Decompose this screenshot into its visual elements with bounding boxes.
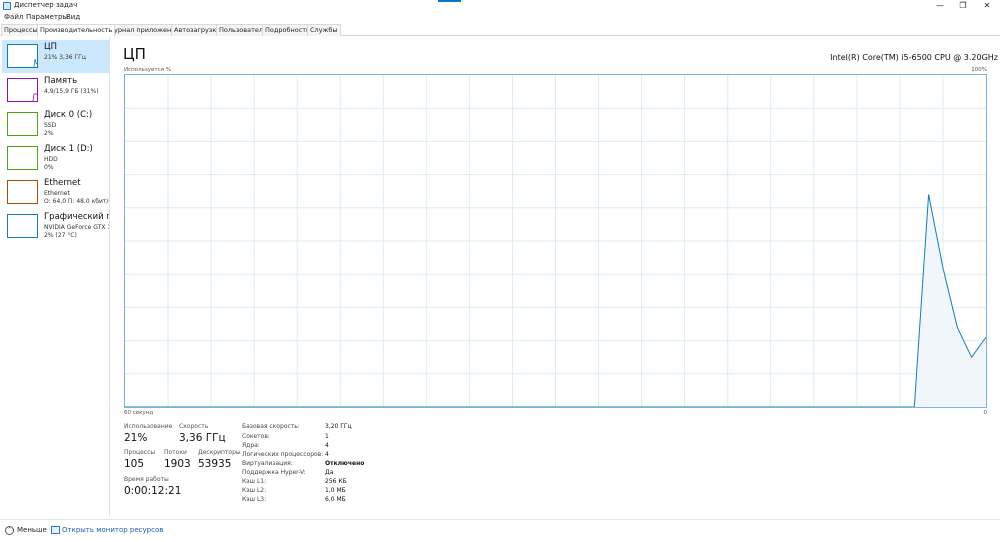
tab-performance[interactable]: Производительность: [37, 24, 116, 37]
uptime-value: 0:00:12:21: [124, 485, 182, 497]
sidebar-item-disk1[interactable]: Диск 1 (D:) HDD 0%: [2, 142, 109, 175]
prop-base-speed-value: 3,20 ГГц: [325, 423, 352, 430]
graph-y-label: Используется %: [124, 67, 171, 73]
disk0-thumbnail: [7, 112, 38, 136]
sidebar-item-name: Диск 1 (D:): [44, 144, 93, 154]
menu-options[interactable]: Параметры: [26, 13, 68, 21]
tab-bar: Процессы Производительность Журнал прило…: [0, 24, 1000, 37]
sidebar-item-name: Память: [44, 76, 78, 86]
graph-time-label: 60 секунд: [124, 410, 154, 416]
tab-details[interactable]: Подробности: [262, 24, 314, 36]
prop-virtualization-value: Отключено: [325, 460, 365, 467]
sidebar-item-disk0[interactable]: Диск 0 (C:) SSD 2%: [2, 108, 109, 141]
threads-value: 1903: [164, 458, 191, 470]
sidebar-item-name: Ethernet: [44, 178, 81, 188]
usage-caption: Использование: [124, 423, 173, 430]
close-button[interactable]: ✕: [976, 0, 998, 11]
usage-value: 21%: [124, 432, 148, 444]
sidebar-item-gpu[interactable]: Графический про NVIDIA GeForce GTX 166 2…: [2, 210, 109, 243]
prop-sockets-label: Сокетов:: [242, 433, 270, 440]
prop-logical-label: Логических процессоров:: [242, 451, 324, 458]
sidebar-item-name: Графический про: [44, 212, 109, 222]
prop-l3-label: Кэш L3:: [242, 496, 267, 503]
title-bar: Диспетчер задач — ❐ ✕: [0, 0, 1000, 12]
disk1-thumbnail: [7, 146, 38, 170]
prop-sockets-value: 1: [325, 433, 329, 440]
prop-logical-value: 4: [325, 451, 329, 458]
threads-caption: Потоки: [164, 449, 187, 456]
sidebar-item-detail-2: 2% (27 °C): [44, 232, 77, 239]
cpu-detail-panel: ЦП Intel(R) Core(TM) i5-6500 CPU @ 3.20G…: [111, 37, 1000, 517]
sidebar-item-detail: 4,9/15,9 ГБ (31%): [44, 88, 99, 95]
cpu-model-name: Intel(R) Core(TM) i5-6500 CPU @ 3.20GHz: [830, 53, 998, 62]
speed-value: 3,36 ГГц: [179, 432, 226, 444]
graph-time-zero: 0: [983, 410, 988, 416]
window-title: Диспетчер задач: [14, 1, 78, 9]
tab-processes[interactable]: Процессы: [1, 24, 41, 36]
sidebar-item-detail: 21% 3,36 ГГц: [44, 54, 86, 61]
sidebar-item-detail: NVIDIA GeForce GTX 166: [44, 224, 109, 231]
sidebar-item-cpu[interactable]: ЦП 21% 3,36 ГГц: [2, 40, 109, 73]
prop-l2-label: Кэш L2:: [242, 487, 267, 494]
processes-value: 105: [124, 458, 145, 470]
fewer-details-button[interactable]: Меньше: [17, 526, 47, 534]
resource-monitor-icon: [51, 526, 60, 534]
prop-hyperv-label: Поддержка Hyper-V:: [242, 469, 306, 476]
prop-l1-label: Кэш L1:: [242, 478, 267, 485]
title-accent: [438, 0, 461, 2]
handles-value: 53935: [198, 458, 232, 470]
prop-base-speed-label: Базовая скорость:: [242, 423, 300, 430]
prop-hyperv-value: Да: [325, 469, 334, 476]
memory-thumbnail: [7, 78, 38, 102]
sidebar-item-ethernet[interactable]: Ethernet Ethernet О: 64,0 П: 48,0 кбит/с: [2, 176, 109, 209]
chevron-up-icon[interactable]: ˄: [5, 526, 14, 535]
cpu-usage-chart: [125, 75, 986, 407]
prop-l3-value: 6,0 МБ: [325, 496, 346, 503]
sidebar-item-detail: SSD: [44, 122, 57, 129]
gpu-thumbnail: [7, 214, 38, 238]
ethernet-thumbnail: [7, 180, 38, 204]
resource-sidebar: ЦП 21% 3,36 ГГц Память 4,9/15,9 ГБ (31%)…: [0, 37, 110, 517]
sidebar-item-name: Диск 0 (C:): [44, 110, 93, 120]
prop-l1-value: 256 КБ: [325, 478, 347, 485]
sidebar-item-detail-2: 0%: [44, 164, 54, 171]
menu-file[interactable]: Файл: [4, 13, 23, 21]
sidebar-item-detail-2: 2%: [44, 130, 54, 137]
prop-virtualization-label: Виртуализация:: [242, 460, 293, 467]
prop-cores-label: Ядра:: [242, 442, 260, 449]
sidebar-item-detail: HDD: [44, 156, 58, 163]
prop-cores-value: 4: [325, 442, 329, 449]
task-manager-icon: [3, 2, 11, 10]
open-resource-monitor-link[interactable]: Открыть монитор ресурсов: [62, 526, 163, 534]
speed-caption: Скорость: [179, 423, 209, 430]
tab-services[interactable]: Службы: [307, 24, 341, 36]
page-title: ЦП: [123, 45, 146, 63]
maximize-button[interactable]: ❐: [952, 0, 974, 11]
sidebar-item-name: ЦП: [44, 42, 57, 52]
minimize-button[interactable]: —: [929, 0, 951, 11]
cpu-thumbnail: [7, 44, 38, 68]
sidebar-item-memory[interactable]: Память 4,9/15,9 ГБ (31%): [2, 74, 109, 107]
uptime-caption: Время работы: [124, 476, 169, 483]
graph-y-max: 100%: [971, 67, 987, 73]
sidebar-item-detail: Ethernet: [44, 190, 70, 197]
sidebar-item-detail-2: О: 64,0 П: 48,0 кбит/с: [44, 198, 109, 205]
cpu-usage-graph: [124, 74, 987, 408]
handles-caption: Дескрипторы: [198, 449, 241, 456]
processes-caption: Процессы: [124, 449, 156, 456]
footer-bar: ˄ Меньше Открыть монитор ресурсов: [0, 519, 1000, 542]
prop-l2-value: 1,0 МБ: [325, 487, 346, 494]
menu-view[interactable]: Вид: [66, 13, 80, 21]
